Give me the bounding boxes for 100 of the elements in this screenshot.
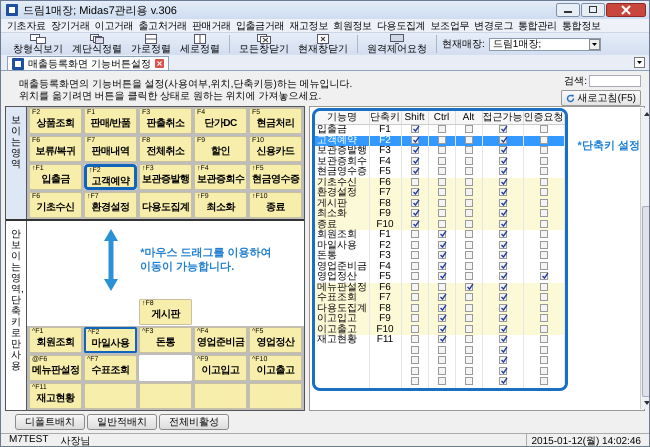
checkbox[interactable]: [464, 377, 472, 386]
checkbox[interactable]: [438, 335, 446, 344]
checkbox[interactable]: [464, 230, 472, 238]
action-button[interactable]: 디폴트배치: [15, 414, 85, 430]
checkbox[interactable]: [464, 293, 472, 302]
checkbox[interactable]: [410, 282, 418, 291]
checkbox[interactable]: [464, 178, 472, 186]
table-row[interactable]: 다용도집계 F8: [315, 304, 564, 314]
checkbox[interactable]: [464, 314, 472, 322]
checkbox[interactable]: [540, 146, 548, 154]
checkbox[interactable]: [438, 346, 446, 354]
menu-item[interactable]: 장기거래: [50, 18, 90, 32]
checkbox[interactable]: [410, 167, 418, 176]
checkbox[interactable]: [498, 282, 506, 291]
checkbox[interactable]: [410, 366, 418, 375]
checkbox[interactable]: [410, 377, 418, 386]
checkbox[interactable]: [498, 314, 506, 322]
checkbox[interactable]: [410, 356, 418, 364]
checkbox[interactable]: [464, 346, 472, 354]
checkbox[interactable]: [498, 366, 506, 375]
checkbox[interactable]: [498, 356, 506, 364]
menu-item[interactable]: 판매거래: [192, 18, 231, 32]
checkbox[interactable]: [540, 314, 548, 322]
checkbox[interactable]: [540, 346, 548, 354]
checkbox[interactable]: [410, 240, 418, 249]
checkbox[interactable]: [540, 251, 548, 260]
checkbox[interactable]: [410, 346, 418, 354]
checkbox[interactable]: [438, 178, 446, 186]
checkbox[interactable]: [438, 240, 446, 249]
checkbox[interactable]: [464, 167, 472, 176]
tab[interactable]: 매출등록화면 기능버튼설정: [7, 56, 169, 70]
checkbox[interactable]: [438, 188, 446, 196]
checkbox[interactable]: [438, 251, 446, 260]
menu-item[interactable]: 기초자료: [7, 18, 46, 32]
menu-item[interactable]: 재고정보: [289, 18, 328, 32]
checkbox[interactable]: [498, 377, 506, 386]
table-row[interactable]: 돈통 F3: [315, 251, 564, 262]
toolbar-button[interactable]: 세로정렬: [176, 34, 224, 54]
toolbar-button[interactable]: 현재창닫기: [294, 34, 352, 54]
checkbox[interactable]: [540, 366, 548, 375]
refresh-button[interactable]: 새로고침(F5): [560, 90, 641, 106]
checkbox[interactable]: [464, 146, 472, 154]
checkbox[interactable]: [540, 125, 548, 134]
table-row[interactable]: 재고현황 F11: [315, 335, 564, 346]
checkbox[interactable]: [438, 282, 446, 291]
search-field[interactable]: [589, 75, 641, 87]
checkbox[interactable]: [498, 156, 506, 165]
checkbox[interactable]: [438, 366, 446, 375]
checkbox[interactable]: [540, 188, 548, 196]
close-icon[interactable]: [154, 59, 164, 68]
checkbox[interactable]: [540, 230, 548, 238]
table-row[interactable]: 메뉴판설정 F6: [315, 282, 564, 293]
checkbox[interactable]: [410, 251, 418, 260]
checkbox[interactable]: [464, 356, 472, 364]
checkbox[interactable]: [498, 251, 506, 260]
checkbox[interactable]: [438, 230, 446, 238]
checkbox[interactable]: [464, 282, 472, 291]
checkbox[interactable]: [464, 156, 472, 165]
table-row[interactable]: 이고입고 F9: [315, 314, 564, 324]
checkbox[interactable]: [498, 335, 506, 344]
checkbox[interactable]: [540, 156, 548, 165]
scroll-down-icon[interactable]: [644, 401, 649, 405]
table-row[interactable]: 환경설정 F7: [315, 188, 564, 198]
checkbox[interactable]: [438, 272, 446, 280]
toolbar-button[interactable]: 계단식정렬: [68, 34, 126, 54]
menu-item[interactable]: 통합정보: [562, 18, 601, 32]
checkbox[interactable]: [540, 356, 548, 364]
table-row[interactable]: 마일사용 F2: [315, 240, 564, 251]
table-row[interactable]: 회원조회 F1: [315, 230, 564, 240]
checkbox[interactable]: [498, 209, 506, 218]
checkbox[interactable]: [498, 125, 506, 134]
table-row[interactable]: 기초수신 F6: [315, 178, 564, 188]
checkbox[interactable]: [498, 272, 506, 280]
toolbar-button[interactable]: 모든창닫기: [235, 34, 293, 54]
checkbox[interactable]: [540, 335, 548, 344]
table-row[interactable]: 영업준비금 F4: [315, 262, 564, 272]
checkbox[interactable]: [498, 178, 506, 186]
checkbox[interactable]: [498, 136, 506, 144]
checkbox[interactable]: [438, 146, 446, 154]
checkbox[interactable]: [540, 282, 548, 291]
checkbox[interactable]: [464, 125, 472, 134]
checkbox[interactable]: [438, 314, 446, 322]
scrollbar[interactable]: [640, 108, 649, 409]
checkbox[interactable]: [438, 136, 446, 144]
checkbox[interactable]: [438, 293, 446, 302]
checkbox[interactable]: [410, 156, 418, 165]
checkbox[interactable]: [498, 230, 506, 238]
minimize-icon[interactable]: [556, 3, 580, 17]
menu-item[interactable]: 변경로그: [474, 18, 514, 32]
checkbox[interactable]: [438, 125, 446, 134]
checkbox[interactable]: [410, 188, 418, 196]
checkbox[interactable]: [464, 136, 472, 144]
checkbox[interactable]: [438, 209, 446, 218]
checkbox[interactable]: [410, 335, 418, 344]
table-row[interactable]: 게시판 F8: [315, 198, 564, 209]
table-row[interactable]: 이고출고 F10: [315, 324, 564, 335]
checkbox[interactable]: [410, 272, 418, 280]
menu-item[interactable]: 보조업무: [430, 18, 470, 32]
checkbox[interactable]: [498, 167, 506, 176]
checkbox[interactable]: [464, 272, 472, 280]
